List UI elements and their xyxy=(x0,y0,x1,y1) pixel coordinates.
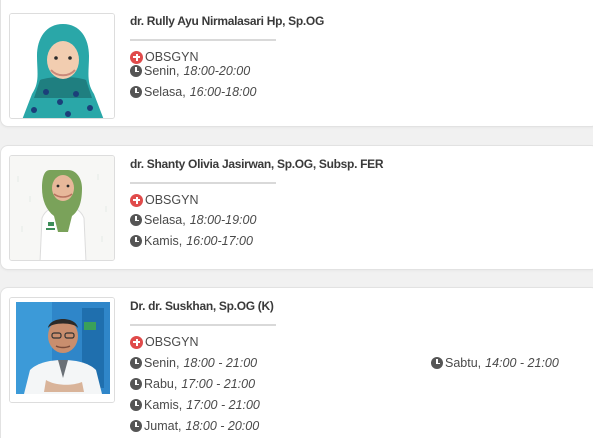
schedule-item: Jumat, 18:00 - 20:00 xyxy=(130,419,259,433)
divider xyxy=(130,182,276,184)
schedule-day: Kamis, xyxy=(144,234,183,248)
schedule-item: Selasa, 18:00-19:00 xyxy=(130,213,256,227)
schedule-item: Sabtu, 14:00 - 21:00 xyxy=(431,356,559,370)
divider xyxy=(130,324,276,326)
schedule-item: Selasa, 16:00-18:00 xyxy=(130,85,256,99)
doctor-photo[interactable] xyxy=(9,297,115,403)
clock-icon xyxy=(130,235,142,247)
schedule-time: 18:00-19:00 xyxy=(189,213,257,227)
specialty: OBSGYN xyxy=(130,335,199,349)
clock-icon xyxy=(431,357,443,369)
clock-icon xyxy=(130,86,142,98)
specialty-label: OBSGYN xyxy=(145,50,199,64)
schedule-day: Selasa, xyxy=(144,213,186,227)
doctor-portrait-image xyxy=(10,298,114,402)
plus-circle-icon xyxy=(130,335,143,349)
specialty: OBSGYN xyxy=(130,50,199,64)
clock-icon xyxy=(130,214,142,226)
schedule-time: 18:00 - 21:00 xyxy=(183,356,258,370)
plus-circle-icon xyxy=(130,50,143,64)
doctor-portrait-image xyxy=(10,156,114,260)
doctor-card[interactable]: dr. Shanty Olivia Jasirwan, Sp.OG, Subsp… xyxy=(0,145,593,270)
divider xyxy=(130,39,276,41)
clock-icon xyxy=(130,378,142,390)
schedule-time: 18:00-20:00 xyxy=(183,64,251,78)
schedule-time: 18:00 - 20:00 xyxy=(185,419,260,433)
schedule-time: 14:00 - 21:00 xyxy=(485,356,559,370)
clock-icon xyxy=(130,65,142,77)
schedule-item: Senin, 18:00-20:00 xyxy=(130,64,250,78)
doctor-portrait-image xyxy=(10,14,114,118)
specialty-label: OBSGYN xyxy=(145,193,199,207)
schedule-time: 17:00 - 21:00 xyxy=(181,377,256,391)
schedule-day: Kamis, xyxy=(144,398,183,412)
schedule-day: Jumat, xyxy=(144,419,182,433)
clock-icon xyxy=(130,420,142,432)
doctor-card[interactable]: dr. Rully Ayu Nirmalasari Hp, Sp.OG OBSG… xyxy=(0,0,593,127)
schedule-day: Selasa, xyxy=(144,85,186,99)
doctor-photo[interactable] xyxy=(9,155,115,261)
clock-icon xyxy=(130,399,142,411)
specialty: OBSGYN xyxy=(130,193,199,207)
schedule-item: Kamis, 16:00-17:00 xyxy=(130,234,253,248)
schedule-day: Senin, xyxy=(144,64,180,78)
schedule-day: Rabu, xyxy=(144,377,178,391)
doctor-name[interactable]: Dr. dr. Suskhan, Sp.OG (K) xyxy=(130,299,274,313)
schedule-item: Senin, 18:00 - 21:00 xyxy=(130,356,257,370)
doctor-name[interactable]: dr. Rully Ayu Nirmalasari Hp, Sp.OG xyxy=(130,14,324,28)
clock-icon xyxy=(130,357,142,369)
schedule-time: 16:00-18:00 xyxy=(189,85,257,99)
specialty-label: OBSGYN xyxy=(145,335,199,349)
schedule-item: Kamis, 17:00 - 21:00 xyxy=(130,398,260,412)
doctor-card[interactable]: Dr. dr. Suskhan, Sp.OG (K) OBSGYN Senin,… xyxy=(0,287,593,438)
schedule-day: Sabtu, xyxy=(445,356,482,370)
schedule-time: 17:00 - 21:00 xyxy=(186,398,260,412)
schedule-time: 16:00-17:00 xyxy=(186,234,253,248)
schedule-day: Senin, xyxy=(144,356,180,370)
doctor-name[interactable]: dr. Shanty Olivia Jasirwan, Sp.OG, Subsp… xyxy=(130,157,384,171)
schedule-item: Rabu, 17:00 - 21:00 xyxy=(130,377,255,391)
doctor-photo[interactable] xyxy=(9,13,115,119)
plus-circle-icon xyxy=(130,193,143,207)
